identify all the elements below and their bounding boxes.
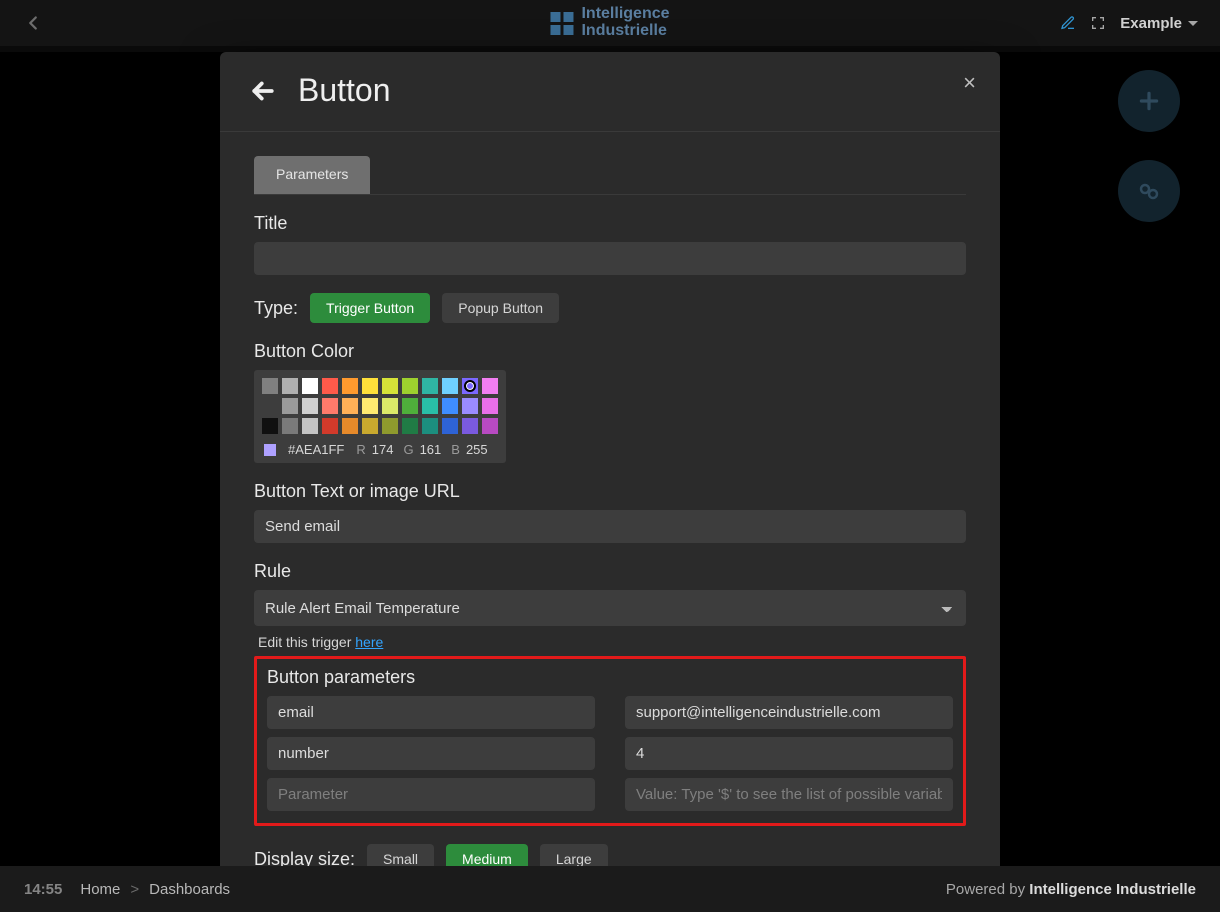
powered-brand: Intelligence Industrielle — [1029, 881, 1196, 898]
close-icon[interactable]: × — [963, 70, 976, 96]
color-swatch[interactable] — [362, 418, 378, 434]
type-label: Type: — [254, 298, 298, 319]
button-color-label: Button Color — [254, 341, 966, 362]
powered-prefix: Powered by — [946, 881, 1029, 898]
color-picker: #AEA1FFR174G161B255 — [254, 370, 506, 463]
color-swatch[interactable] — [362, 378, 378, 394]
color-swatch[interactable] — [462, 378, 478, 394]
color-swatch[interactable] — [462, 398, 478, 414]
param-key-input-new[interactable] — [267, 778, 595, 811]
button-parameters-label: Button parameters — [267, 667, 953, 688]
back-icon[interactable] — [22, 12, 44, 34]
rule-label: Rule — [254, 561, 966, 582]
fab-stack — [1118, 70, 1180, 222]
modal-title: Button — [298, 72, 391, 109]
color-swatch[interactable] — [262, 418, 278, 434]
color-swatch[interactable] — [262, 378, 278, 394]
edit-trigger-prefix: Edit this trigger — [258, 634, 355, 650]
color-swatch[interactable] — [462, 418, 478, 434]
powered-by: Powered by Intelligence Industrielle — [946, 881, 1196, 898]
button-text-input[interactable] — [254, 510, 966, 543]
color-swatch[interactable] — [422, 378, 438, 394]
color-hex: #AEA1FF — [288, 442, 344, 457]
color-swatch[interactable] — [382, 418, 398, 434]
example-dropdown[interactable]: Example — [1120, 15, 1198, 32]
color-swatch[interactable] — [282, 398, 298, 414]
rule-select[interactable]: Rule Alert Email Temperature — [254, 590, 966, 626]
modal-tabs: Parameters — [254, 156, 966, 195]
color-swatch[interactable] — [442, 398, 458, 414]
color-swatch[interactable] — [282, 378, 298, 394]
color-swatch[interactable] — [282, 418, 298, 434]
color-swatch[interactable] — [322, 418, 338, 434]
title-input[interactable] — [254, 242, 966, 275]
brand-line1: Intelligence — [581, 6, 669, 23]
edit-trigger-helper: Edit this trigger here — [258, 634, 966, 650]
color-swatch[interactable] — [342, 418, 358, 434]
color-swatch[interactable] — [362, 398, 378, 414]
color-swatch[interactable] — [482, 378, 498, 394]
edit-icon[interactable] — [1060, 15, 1076, 31]
footer-clock: 14:55 — [24, 881, 62, 898]
fullscreen-icon[interactable] — [1090, 15, 1106, 31]
color-swatch[interactable] — [482, 398, 498, 414]
brand-line2: Industrielle — [581, 23, 669, 40]
param-value-input[interactable] — [625, 737, 953, 770]
param-key-input[interactable] — [267, 696, 595, 729]
color-swatch[interactable] — [302, 418, 318, 434]
add-fab[interactable] — [1118, 70, 1180, 132]
edit-trigger-link[interactable]: here — [355, 634, 383, 650]
title-field-label: Title — [254, 213, 966, 234]
footer-bar: 14:55 Home > Dashboards Powered by Intel… — [0, 866, 1220, 912]
param-key-input[interactable] — [267, 737, 595, 770]
brand-logo: Intelligence Industrielle — [550, 6, 669, 40]
button-text-label: Button Text or image URL — [254, 481, 966, 502]
modal-header: Button × — [220, 52, 1000, 132]
color-swatch[interactable] — [302, 398, 318, 414]
modal-back-icon[interactable] — [248, 76, 278, 106]
type-popup-button[interactable]: Popup Button — [442, 293, 559, 323]
color-swatch[interactable] — [322, 378, 338, 394]
color-swatch[interactable] — [342, 378, 358, 394]
color-readout: #AEA1FFR174G161B255 — [262, 440, 498, 459]
color-swatch[interactable] — [302, 378, 318, 394]
color-sample-icon — [264, 444, 276, 456]
param-value-input-new[interactable] — [625, 778, 953, 811]
crumb-sep: > — [130, 881, 139, 898]
color-swatch[interactable] — [342, 398, 358, 414]
tab-parameters[interactable]: Parameters — [254, 156, 370, 194]
param-value-input[interactable] — [625, 696, 953, 729]
type-trigger-button[interactable]: Trigger Button — [310, 293, 430, 323]
color-swatch[interactable] — [382, 378, 398, 394]
example-dropdown-label: Example — [1120, 15, 1182, 32]
crumb-dashboards[interactable]: Dashboards — [149, 881, 230, 898]
color-swatch[interactable] — [442, 378, 458, 394]
crumb-home[interactable]: Home — [80, 881, 120, 898]
breadcrumb: Home > Dashboards — [80, 881, 230, 898]
color-swatch[interactable] — [322, 398, 338, 414]
link-fab[interactable] — [1118, 160, 1180, 222]
brand-mark-icon — [550, 12, 573, 35]
color-swatch[interactable] — [402, 398, 418, 414]
topbar: Intelligence Industrielle Example — [0, 0, 1220, 52]
color-swatch[interactable] — [402, 418, 418, 434]
color-swatch[interactable] — [442, 418, 458, 434]
color-swatch[interactable] — [482, 418, 498, 434]
color-swatch[interactable] — [422, 418, 438, 434]
button-config-modal: Button × Parameters Title Type: Trigger … — [220, 52, 1000, 912]
chevron-down-icon — [1188, 21, 1198, 26]
button-parameters-box: Button parameters — [254, 656, 966, 826]
color-swatch[interactable] — [402, 378, 418, 394]
color-swatch[interactable] — [422, 398, 438, 414]
color-swatch[interactable] — [382, 398, 398, 414]
